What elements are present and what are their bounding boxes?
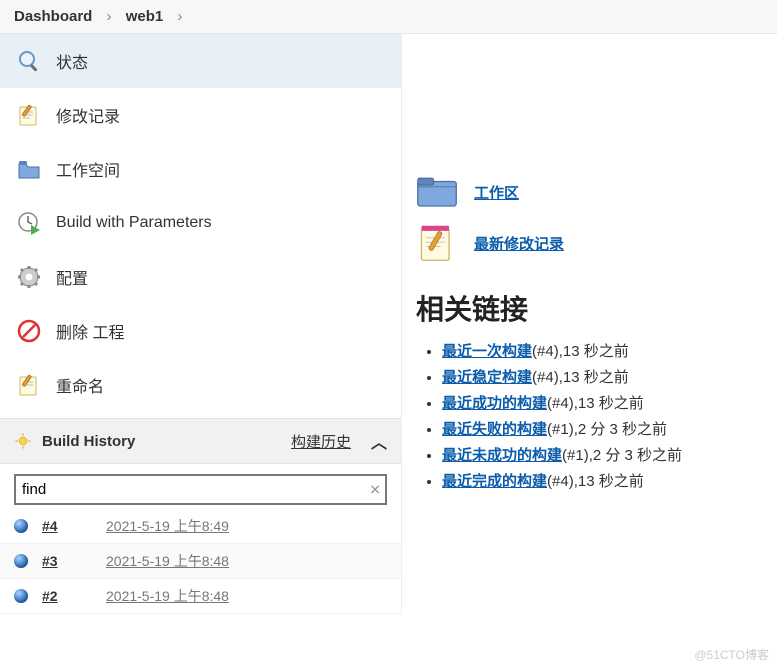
link-workspace[interactable]: 工作区 xyxy=(416,174,769,210)
nav-build-params[interactable]: Build with Parameters xyxy=(0,196,401,250)
nav-status[interactable]: 状态 xyxy=(0,34,401,88)
delete-icon xyxy=(16,318,42,344)
build-time[interactable]: 2021-5-19 上午8:48 xyxy=(106,586,229,606)
rename-icon xyxy=(16,372,42,398)
breadcrumb-item[interactable]: web1 xyxy=(126,8,164,25)
nav-label: 状态 xyxy=(56,49,88,73)
status-orb-icon xyxy=(14,519,28,533)
related-link-item: 最近稳定构建(#4),13 秒之前 xyxy=(442,366,769,387)
nav-label: Build with Parameters xyxy=(56,214,212,232)
related-meta: (#4),13 秒之前 xyxy=(532,369,629,386)
related-link-item: 最近完成的构建(#4),13 秒之前 xyxy=(442,470,769,491)
related-link-item: 最近一次构建(#4),13 秒之前 xyxy=(442,340,769,361)
related-link[interactable]: 最近成功的构建 xyxy=(442,395,547,412)
related-link[interactable]: 最近稳定构建 xyxy=(442,369,532,386)
related-link[interactable]: 最近失败的构建 xyxy=(442,421,547,438)
nav-label: 重命名 xyxy=(56,373,104,397)
watermark: @51CTO博客 xyxy=(694,646,769,663)
status-orb-icon xyxy=(14,589,28,603)
main-panel: 工作区 最新修改记录 相关链接 最近一次构建(#4),13 秒之前最近稳定构建(… xyxy=(402,34,777,614)
clock-play-icon xyxy=(16,210,42,236)
breadcrumb-item[interactable]: Dashboard xyxy=(14,8,92,25)
related-meta: (#4),13 秒之前 xyxy=(532,343,629,360)
folder-large-icon xyxy=(416,174,458,210)
chevron-up-icon[interactable]: ︿ xyxy=(371,429,387,453)
related-links-list: 最近一次构建(#4),13 秒之前最近稳定构建(#4),13 秒之前最近成功的构… xyxy=(416,340,769,491)
nav-rename[interactable]: 重命名 xyxy=(0,358,401,412)
related-meta: (#4),13 秒之前 xyxy=(547,473,644,490)
folder-icon xyxy=(16,156,42,182)
nav-changes[interactable]: 修改记录 xyxy=(0,88,401,142)
build-number[interactable]: #3 xyxy=(42,553,92,569)
related-meta: (#1),2 分 3 秒之前 xyxy=(562,447,682,464)
sidebar: 状态 修改记录 工作空间 Build with Parameters 配置 xyxy=(0,34,402,614)
chevron-right-icon: › xyxy=(107,8,112,25)
related-meta: (#4),13 秒之前 xyxy=(547,395,644,412)
related-link-item: 最近未成功的构建(#1),2 分 3 秒之前 xyxy=(442,444,769,465)
status-orb-icon xyxy=(14,554,28,568)
sun-icon xyxy=(14,432,32,450)
build-search-input[interactable] xyxy=(14,474,387,505)
related-link[interactable]: 最近完成的构建 xyxy=(442,473,547,490)
link-recent-changes[interactable]: 最新修改记录 xyxy=(416,224,769,262)
related-meta: (#1),2 分 3 秒之前 xyxy=(547,421,667,438)
build-history-title: Build History xyxy=(42,433,135,450)
notepad-icon xyxy=(16,102,42,128)
search-icon xyxy=(16,48,42,74)
nav-label: 修改记录 xyxy=(56,103,120,127)
nav-label: 删除 工程 xyxy=(56,319,124,343)
related-heading: 相关链接 xyxy=(416,288,769,328)
link-label[interactable]: 工作区 xyxy=(474,182,519,203)
nav-configure[interactable]: 配置 xyxy=(0,250,401,304)
related-link-item: 最近失败的构建(#1),2 分 3 秒之前 xyxy=(442,418,769,439)
related-link-item: 最近成功的构建(#4),13 秒之前 xyxy=(442,392,769,413)
build-number[interactable]: #2 xyxy=(42,588,92,604)
clear-icon[interactable]: ✕ xyxy=(369,481,381,498)
breadcrumb: Dashboard › web1 › xyxy=(0,0,777,34)
build-time[interactable]: 2021-5-19 上午8:48 xyxy=(106,551,229,571)
related-link[interactable]: 最近一次构建 xyxy=(442,343,532,360)
chevron-right-icon: › xyxy=(177,8,182,25)
gear-icon xyxy=(16,264,42,290)
build-row[interactable]: #3 2021-5-19 上午8:48 xyxy=(0,544,401,579)
build-number[interactable]: #4 xyxy=(42,518,92,534)
build-search: ✕ xyxy=(14,474,387,505)
build-row[interactable]: #4 2021-5-19 上午8:49 xyxy=(0,509,401,544)
notepad-large-icon xyxy=(416,224,458,262)
related-link[interactable]: 最近未成功的构建 xyxy=(442,447,562,464)
nav-workspace[interactable]: 工作空间 xyxy=(0,142,401,196)
build-history-trend-link[interactable]: 构建历史 xyxy=(291,431,351,452)
nav-label: 工作空间 xyxy=(56,157,120,181)
build-history-header[interactable]: Build History 构建历史 ︿ xyxy=(0,418,401,464)
nav-delete[interactable]: 删除 工程 xyxy=(0,304,401,358)
link-label[interactable]: 最新修改记录 xyxy=(474,233,564,254)
nav-label: 配置 xyxy=(56,265,88,289)
build-row[interactable]: #2 2021-5-19 上午8:48 xyxy=(0,579,401,614)
build-time[interactable]: 2021-5-19 上午8:49 xyxy=(106,516,229,536)
